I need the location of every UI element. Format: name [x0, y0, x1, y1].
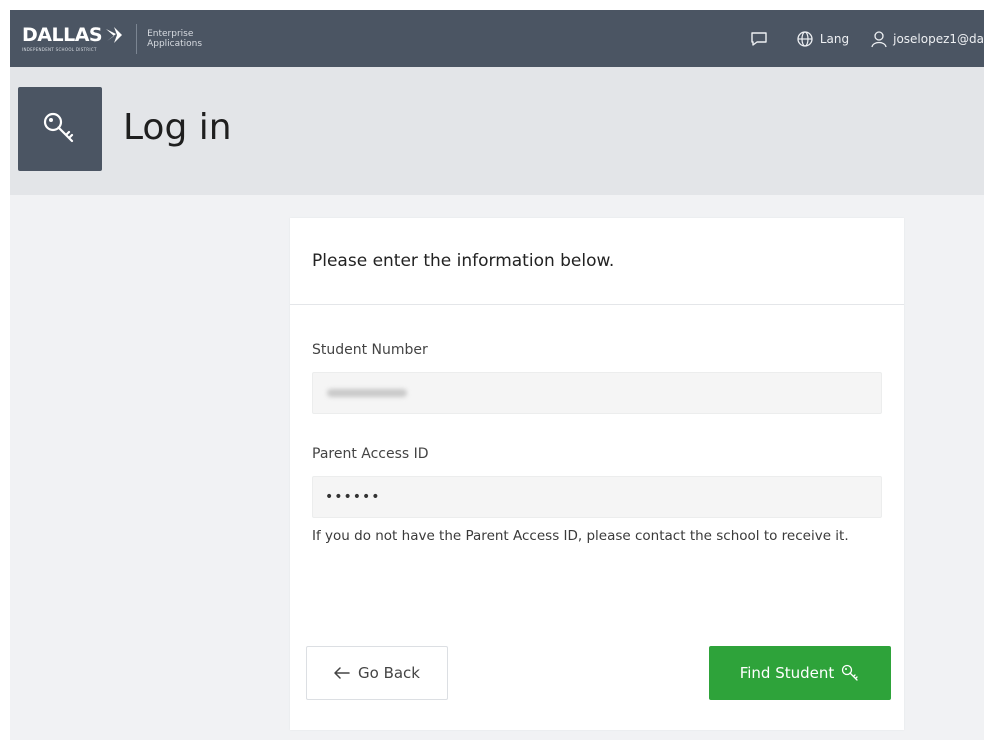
logo-brand-text: DALLAS — [22, 23, 103, 46]
key-icon — [842, 664, 858, 681]
app-name-line2: Applications — [147, 38, 203, 49]
masked-password: •••••• — [325, 489, 381, 505]
globe-icon — [797, 30, 813, 47]
arrow-left-icon — [334, 667, 350, 679]
go-back-label: Go Back — [358, 664, 420, 682]
chat-bubble-icon — [751, 31, 767, 46]
page-header: Log in — [10, 67, 984, 195]
logo-wordmark: DALLAS INDEPENDENT SCHOOL DISTRICT — [22, 25, 124, 52]
top-navbar: DALLAS INDEPENDENT SCHOOL DISTRICT Enter… — [10, 10, 984, 67]
app-name: Enterprise Applications — [147, 29, 202, 49]
help-text: If you do not have the Parent Access ID,… — [312, 528, 849, 544]
card-heading: Please enter the information below. — [290, 218, 904, 305]
page-frame: DALLAS INDEPENDENT SCHOOL DISTRICT Enter… — [10, 10, 984, 740]
language-label: Lang — [819, 31, 850, 46]
user-email: joselopez1@da — [893, 31, 984, 46]
parent-access-input[interactable]: •••••• — [312, 476, 882, 518]
user-menu[interactable]: joselopez1@da — [871, 30, 984, 48]
header-icon-box — [18, 87, 102, 171]
student-number-label: Student Number — [312, 342, 428, 358]
district-logo[interactable]: DALLAS INDEPENDENT SCHOOL DISTRICT Enter… — [22, 23, 202, 54]
find-student-label: Find Student — [739, 664, 835, 682]
user-icon — [871, 30, 887, 47]
login-card: Please enter the information below. Stud… — [290, 218, 904, 730]
key-icon — [43, 112, 74, 143]
login-form: Student Number Parent Access ID •••••• I… — [290, 342, 904, 548]
go-back-button[interactable]: Go Back — [306, 646, 448, 700]
logo-divider — [136, 23, 138, 54]
parent-access-label: Parent Access ID — [312, 446, 429, 462]
star-emblem-icon — [106, 27, 123, 43]
student-number-input[interactable] — [312, 372, 882, 414]
feedback-button[interactable] — [750, 31, 774, 47]
app-name-line1: Enterprise — [147, 28, 194, 39]
language-selector[interactable]: Lang — [796, 30, 849, 48]
find-student-button[interactable]: Find Student — [709, 646, 891, 700]
redacted-value — [327, 389, 407, 397]
logo-subtitle: INDEPENDENT SCHOOL DISTRICT — [22, 47, 97, 52]
page-title: Log in — [123, 107, 232, 148]
navbar-actions: Lang joselopez1@da — [728, 10, 984, 67]
